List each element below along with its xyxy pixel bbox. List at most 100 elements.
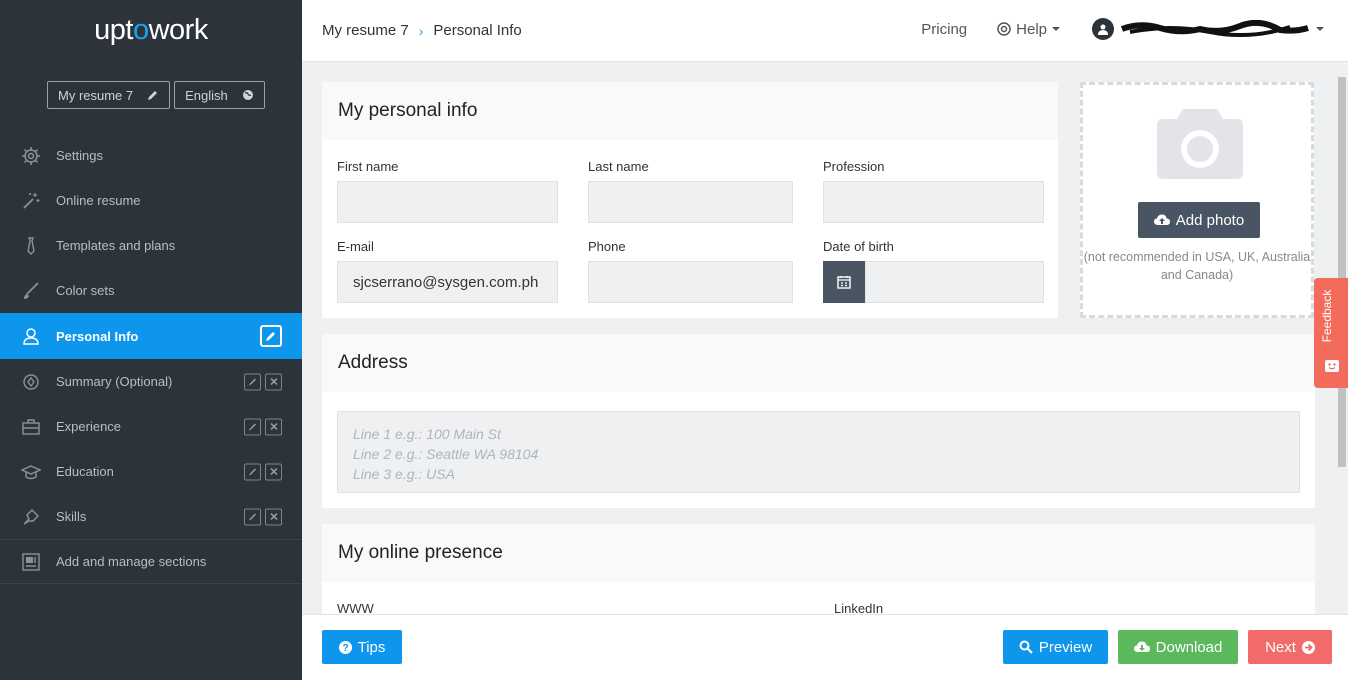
sidebar: uptowork My resume 7 English Settings On… — [0, 0, 302, 680]
calendar-icon[interactable] — [823, 261, 865, 303]
profession-input[interactable] — [823, 181, 1044, 223]
item-actions — [244, 418, 282, 435]
close-icon[interactable] — [265, 463, 282, 480]
photo-upload-area[interactable]: Add photo (not recommended in USA, UK, A… — [1080, 82, 1314, 318]
sidebar-buttons: My resume 7 English — [47, 81, 265, 109]
sidebar-item-label: Online resume — [56, 193, 141, 208]
briefcase-icon — [20, 416, 42, 438]
hand-icon — [20, 506, 42, 528]
next-label: Next — [1265, 638, 1296, 656]
close-icon[interactable] — [265, 508, 282, 525]
resume-name-button[interactable]: My resume 7 — [47, 81, 171, 109]
phone-input[interactable] — [588, 261, 793, 303]
graduation-cap-icon — [20, 461, 42, 483]
sidebar-item-online-resume[interactable]: Online resume — [0, 178, 302, 223]
sidebar-item-manage-sections[interactable]: Add and manage sections — [0, 539, 302, 584]
online-presence-card: My online presence WWW LinkedIn — [322, 524, 1315, 614]
sidebar-item-label: Experience — [56, 419, 122, 434]
item-actions — [244, 373, 282, 390]
online-presence-title: My online presence — [322, 524, 1315, 582]
edit-icon[interactable] — [260, 325, 282, 347]
edit-icon[interactable] — [244, 418, 261, 435]
feedback-tab[interactable]: Feedback — [1314, 278, 1348, 388]
caret-down-icon — [1052, 27, 1060, 31]
redacted-username — [1120, 20, 1309, 38]
magic-wand-icon — [20, 190, 42, 212]
sidebar-item-templates[interactable]: Templates and plans — [0, 223, 302, 268]
arrow-circle-right-icon — [1301, 640, 1315, 654]
sidebar-item-settings[interactable]: Settings — [0, 133, 302, 178]
personal-info-card: My personal info First name Last name Pr… — [322, 82, 1058, 318]
sidebar-item-label: Summary (Optional) — [56, 374, 173, 389]
dob-input[interactable] — [865, 261, 1044, 303]
add-photo-button[interactable]: Add photo — [1138, 202, 1260, 238]
svg-text:?: ? — [342, 643, 348, 654]
download-button[interactable]: Download — [1118, 630, 1238, 664]
first-name-label: First name — [337, 159, 399, 174]
tips-button[interactable]: ? Tips — [322, 630, 402, 664]
sidebar-item-label: Education — [56, 464, 114, 479]
next-button[interactable]: Next — [1248, 630, 1332, 664]
search-icon — [1019, 640, 1033, 654]
cloud-upload-icon — [1153, 214, 1170, 225]
target-icon — [20, 371, 42, 393]
address-textarea[interactable]: Line 1 e.g.: 100 Main St Line 2 e.g.: Se… — [337, 411, 1300, 493]
preview-button[interactable]: Preview — [1003, 630, 1108, 664]
topbar: My resume 7 › Personal Info Pricing Help — [302, 0, 1348, 62]
tie-icon — [20, 235, 42, 257]
sidebar-item-label: Personal Info — [56, 328, 139, 344]
user-icon — [20, 325, 42, 347]
sidebar-nav: Settings Online resume Templates and pla… — [0, 133, 302, 584]
sidebar-item-experience[interactable]: Experience — [0, 404, 302, 449]
sidebar-item-label: Add and manage sections — [56, 554, 207, 569]
edit-icon[interactable] — [244, 508, 261, 525]
pricing-link[interactable]: Pricing — [921, 21, 967, 38]
www-label: WWW — [337, 601, 374, 614]
main-content: My personal info First name Last name Pr… — [302, 62, 1348, 614]
help-label: Help — [1016, 20, 1047, 38]
caret-down-icon — [1316, 27, 1324, 31]
email-label: E-mail — [337, 239, 374, 254]
language-button[interactable]: English — [174, 81, 265, 109]
question-circle-icon: ? — [338, 640, 352, 654]
user-menu[interactable] — [1092, 18, 1324, 40]
scrollbar-thumb[interactable] — [1338, 77, 1346, 467]
sidebar-item-skills[interactable]: Skills — [0, 494, 302, 539]
sidebar-item-personal-info[interactable]: Personal Info — [0, 313, 302, 359]
camera-icon — [1157, 109, 1243, 179]
logo-text-1: upt — [94, 14, 133, 46]
sidebar-item-color-sets[interactable]: Color sets — [0, 268, 302, 313]
address-card: Address Line 1 e.g.: 100 Main St Line 2 … — [322, 334, 1315, 508]
smiley-icon — [1325, 360, 1339, 372]
edit-icon[interactable] — [244, 463, 261, 480]
help-menu[interactable]: Help — [997, 21, 1060, 38]
sidebar-item-label: Settings — [56, 148, 103, 163]
photo-note: (not recommended in USA, UK, Australia a… — [1083, 250, 1311, 282]
dob-label: Date of birth — [823, 239, 894, 254]
chevron-right-icon: › — [418, 22, 424, 39]
logo[interactable]: uptowork — [0, 14, 302, 47]
logo-text-2: work — [148, 14, 209, 46]
pencil-icon — [148, 91, 158, 100]
edit-icon[interactable] — [244, 373, 261, 390]
feedback-label: Feedback — [1320, 289, 1334, 343]
last-name-input[interactable] — [588, 181, 793, 223]
email-input[interactable]: sjcserrano@sysgen.com.ph — [337, 261, 558, 303]
add-photo-label: Add photo — [1175, 211, 1245, 229]
first-name-input[interactable] — [337, 181, 558, 223]
topbar-right: Pricing Help — [921, 18, 1324, 40]
sidebar-item-summary[interactable]: Summary (Optional) — [0, 359, 302, 404]
sidebar-item-label: Skills — [56, 509, 87, 524]
last-name-label: Last name — [588, 159, 649, 174]
breadcrumb-resume[interactable]: My resume 7 — [322, 22, 409, 39]
close-icon[interactable] — [265, 418, 282, 435]
address-placeholder-1: Line 1 e.g.: 100 Main St — [353, 426, 501, 442]
close-icon[interactable] — [265, 373, 282, 390]
download-label: Download — [1155, 638, 1223, 656]
bottom-bar: ? Tips Preview Download Next — [302, 614, 1348, 680]
linkedin-label: LinkedIn — [834, 601, 884, 614]
gear-icon — [20, 145, 42, 167]
sidebar-item-education[interactable]: Education — [0, 449, 302, 494]
breadcrumb-current: Personal Info — [433, 22, 522, 39]
sidebar-item-label: Color sets — [56, 283, 115, 298]
